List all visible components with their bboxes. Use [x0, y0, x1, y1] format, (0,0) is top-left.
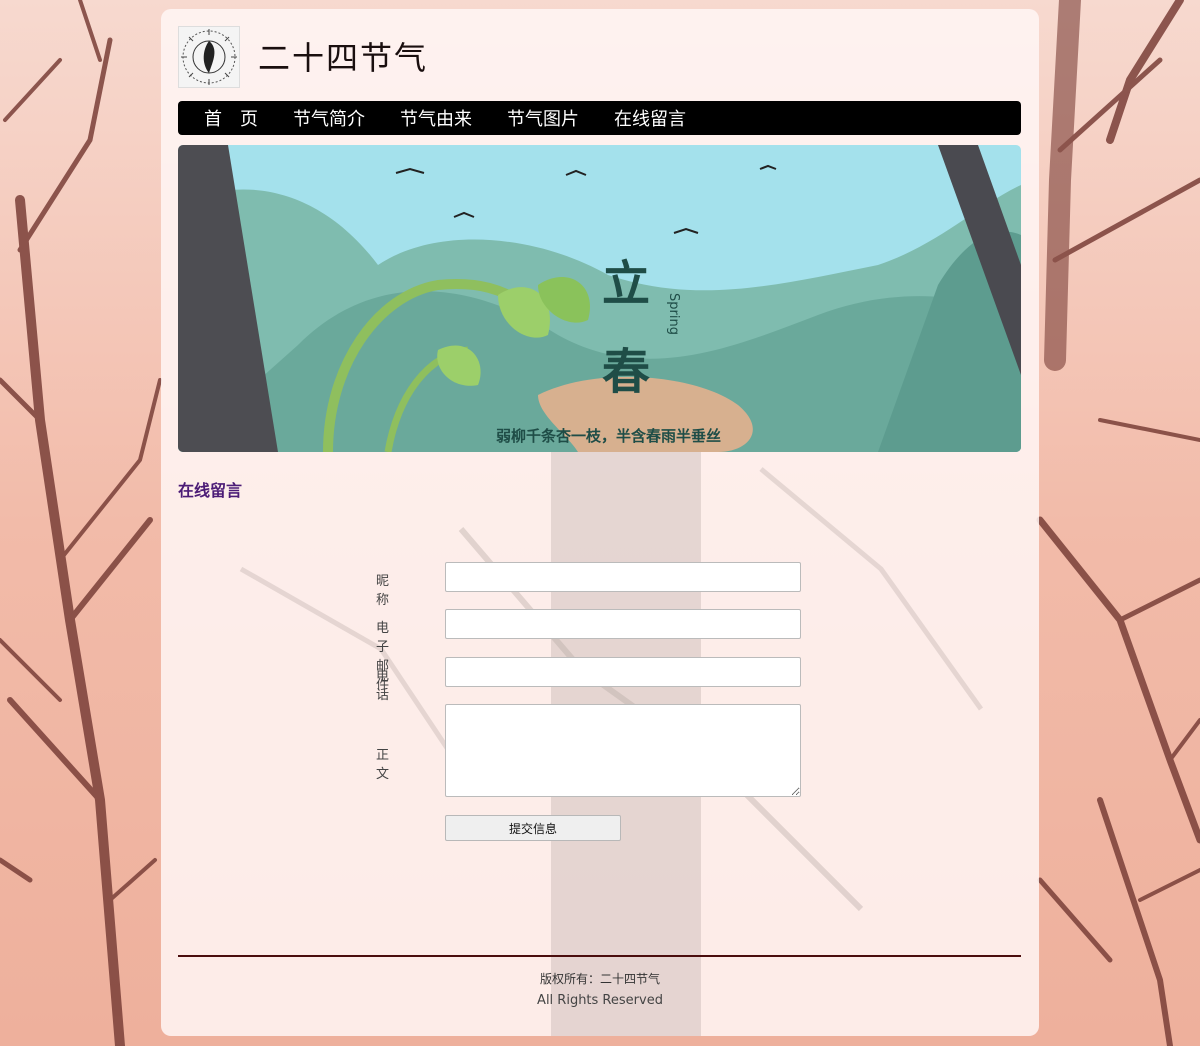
nav-item-guestbook[interactable]: 在线留言	[614, 105, 686, 131]
phone-input[interactable]	[445, 657, 801, 687]
footer-divider	[178, 955, 1021, 957]
footer-copyright: 版权所有：二十四节气	[539, 972, 660, 986]
nickname-input[interactable]	[445, 562, 801, 592]
footer: 版权所有：二十四节气 All Rights Reserved	[161, 970, 1039, 1008]
nav-item-intro[interactable]: 节气简介	[293, 105, 365, 131]
submit-button[interactable]: 提交信息	[445, 815, 621, 841]
banner-poem: 弱柳千条杏一枝，半含春雨半垂丝	[496, 427, 721, 445]
site-title: 二十四节气	[258, 39, 429, 77]
page-container: 二十四节气 首 页 节气简介 节气由来 节气图片 在线留言 立 春 Spring…	[161, 9, 1039, 1036]
email-input[interactable]	[445, 609, 801, 639]
nav-item-pictures[interactable]: 节气图片	[507, 105, 579, 131]
logo-image	[178, 26, 240, 88]
nav-item-home[interactable]: 首 页	[204, 105, 258, 131]
banner-title-char-1: 立	[602, 256, 650, 312]
phone-label: 电话	[376, 669, 390, 703]
section-title: 在线留言	[178, 481, 243, 500]
solar-terms-wheel-icon	[181, 29, 237, 85]
nav-item-origin[interactable]: 节气由来	[400, 105, 472, 131]
main-nav: 首 页 节气简介 节气由来 节气图片 在线留言	[178, 101, 1021, 135]
footer-rights: All Rights Reserved	[537, 993, 663, 1008]
banner-title-char-2: 春	[602, 344, 650, 400]
site-header: 二十四节气	[178, 26, 1021, 90]
body-textarea[interactable]	[445, 704, 801, 797]
nickname-label: 昵称	[376, 574, 390, 608]
body-label: 正文	[376, 748, 390, 782]
banner-image: 立 春 Spring 弱柳千条杏一枝，半含春雨半垂丝	[178, 145, 1021, 452]
banner-english: Spring	[666, 293, 681, 335]
